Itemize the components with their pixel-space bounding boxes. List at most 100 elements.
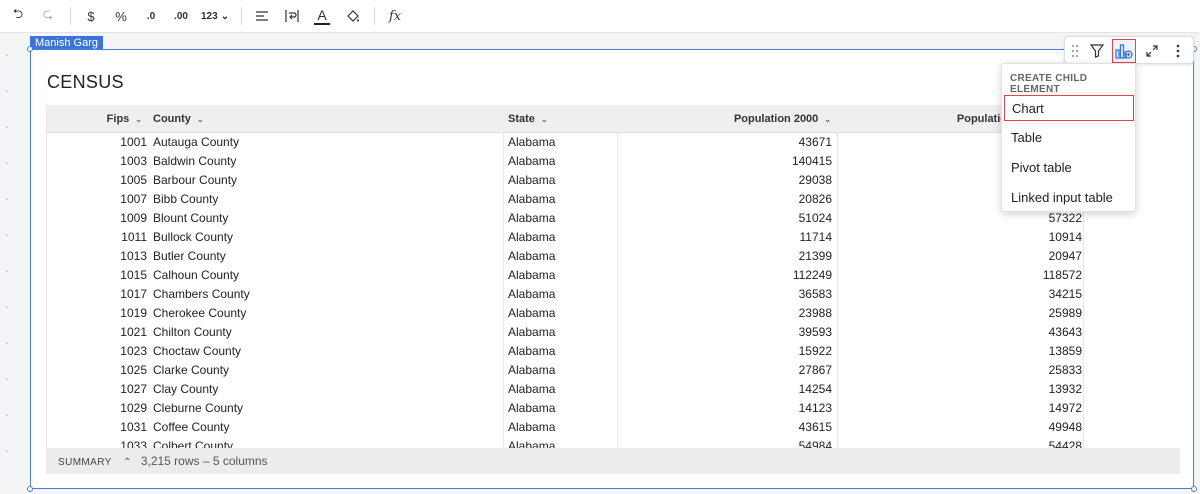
summary-bar[interactable]: SUMMARY ⌃ 3,215 rows – 5 columns xyxy=(46,448,1180,474)
cell-state[interactable]: Alabama xyxy=(508,171,613,190)
cell-population-2000[interactable]: 23988 xyxy=(622,304,832,323)
cell-fips[interactable]: 1003 xyxy=(47,152,147,171)
cell-fips[interactable]: 1033 xyxy=(47,437,147,448)
cell-county[interactable]: Coffee County xyxy=(153,418,493,437)
column-header-population-2010[interactable]: Populatio xyxy=(847,105,1007,133)
cell-fips[interactable]: 1029 xyxy=(47,399,147,418)
drag-handle[interactable] xyxy=(1067,39,1083,63)
resize-handle[interactable] xyxy=(1191,486,1197,492)
cell-population-2000[interactable]: 112249 xyxy=(622,266,832,285)
cell-county[interactable]: Choctaw County xyxy=(153,342,493,361)
table-row[interactable]: 1011 Bullock County Alabama 11714 10914 xyxy=(47,228,1083,247)
cell-population-2010[interactable]: 54428 xyxy=(842,437,1082,448)
cell-population-2000[interactable]: 21399 xyxy=(622,247,832,266)
cell-state[interactable]: Alabama xyxy=(508,133,613,152)
cell-county[interactable]: Bibb County xyxy=(153,190,493,209)
undo-button[interactable]: ⮌ xyxy=(6,4,30,28)
table-row[interactable]: 1009 Blount County Alabama 51024 57322 xyxy=(47,209,1083,228)
table-row[interactable]: 1023 Choctaw County Alabama 15922 13859 xyxy=(47,342,1083,361)
table-row[interactable]: 1033 Colbert County Alabama 54984 54428 xyxy=(47,437,1083,448)
cell-population-2010[interactable]: 49948 xyxy=(842,418,1082,437)
cell-population-2010[interactable]: 20947 xyxy=(842,247,1082,266)
cell-population-2000[interactable]: 36583 xyxy=(622,285,832,304)
cell-population-2000[interactable]: 14123 xyxy=(622,399,832,418)
more-options-button[interactable] xyxy=(1166,39,1190,63)
cell-county[interactable]: Bullock County xyxy=(153,228,493,247)
column-header-county[interactable]: County ⌄ xyxy=(153,105,353,133)
cell-fips[interactable]: 1001 xyxy=(47,133,147,152)
cell-state[interactable]: Alabama xyxy=(508,247,613,266)
decrease-decimals-button[interactable]: .0 xyxy=(139,4,163,28)
table-row[interactable]: 1021 Chilton County Alabama 39593 43643 xyxy=(47,323,1083,342)
cell-fips[interactable]: 1031 xyxy=(47,418,147,437)
cell-county[interactable]: Cherokee County xyxy=(153,304,493,323)
cell-population-2010[interactable]: 10914 xyxy=(842,228,1082,247)
cell-population-2000[interactable]: 54984 xyxy=(622,437,832,448)
element-title[interactable]: CENSUS xyxy=(47,72,124,93)
cell-population-2010[interactable]: 34215 xyxy=(842,285,1082,304)
percent-format-button[interactable]: % xyxy=(109,4,133,28)
cell-county[interactable]: Butler County xyxy=(153,247,493,266)
filter-button[interactable] xyxy=(1085,39,1109,63)
text-color-button[interactable]: A xyxy=(310,4,334,28)
cell-population-2010[interactable]: 14972 xyxy=(842,399,1082,418)
cell-fips[interactable]: 1021 xyxy=(47,323,147,342)
cell-population-2010[interactable]: 25989 xyxy=(842,304,1082,323)
cell-fips[interactable]: 1013 xyxy=(47,247,147,266)
cell-population-2010[interactable]: 43643 xyxy=(842,323,1082,342)
cell-population-2010[interactable]: 13932 xyxy=(842,380,1082,399)
cell-population-2000[interactable]: 51024 xyxy=(622,209,832,228)
increase-decimals-button[interactable]: .00 xyxy=(169,4,193,28)
cell-state[interactable]: Alabama xyxy=(508,285,613,304)
table-row[interactable]: 1001 Autauga County Alabama 43671 xyxy=(47,133,1083,152)
cell-population-2000[interactable]: 14254 xyxy=(622,380,832,399)
cell-county[interactable]: Blount County xyxy=(153,209,493,228)
cell-state[interactable]: Alabama xyxy=(508,228,613,247)
cell-population-2010[interactable]: 13859 xyxy=(842,342,1082,361)
table-row[interactable]: 1017 Chambers County Alabama 36583 34215 xyxy=(47,285,1083,304)
fill-color-button[interactable] xyxy=(340,4,364,28)
cell-county[interactable]: Colbert County xyxy=(153,437,493,448)
redo-button[interactable]: ⮎ xyxy=(36,4,60,28)
cell-county[interactable]: Baldwin County xyxy=(153,152,493,171)
column-header-fips[interactable]: Fips ⌄ xyxy=(47,105,142,133)
cell-population-2010[interactable]: 118572 xyxy=(842,266,1082,285)
cell-fips[interactable]: 1025 xyxy=(47,361,147,380)
cell-county[interactable]: Barbour County xyxy=(153,171,493,190)
table-row[interactable]: 1025 Clarke County Alabama 27867 25833 xyxy=(47,361,1083,380)
cell-population-2000[interactable]: 43671 xyxy=(622,133,832,152)
cell-county[interactable]: Chilton County xyxy=(153,323,493,342)
table-row[interactable]: 1031 Coffee County Alabama 43615 49948 xyxy=(47,418,1083,437)
expand-button[interactable] xyxy=(1140,39,1164,63)
cell-fips[interactable]: 1027 xyxy=(47,380,147,399)
table-row[interactable]: 1019 Cherokee County Alabama 23988 25989 xyxy=(47,304,1083,323)
cell-state[interactable]: Alabama xyxy=(508,418,613,437)
resize-handle[interactable] xyxy=(27,46,33,52)
cell-county[interactable]: Clay County xyxy=(153,380,493,399)
cell-population-2000[interactable]: 15922 xyxy=(622,342,832,361)
table-row[interactable]: 1029 Cleburne County Alabama 14123 14972 xyxy=(47,399,1083,418)
column-header-state[interactable]: State ⌄ xyxy=(508,105,628,133)
create-child-element-button[interactable] xyxy=(1112,39,1136,63)
formula-button[interactable]: fx xyxy=(383,4,407,28)
cell-state[interactable]: Alabama xyxy=(508,399,613,418)
cell-state[interactable]: Alabama xyxy=(508,380,613,399)
resize-handle[interactable] xyxy=(27,486,33,492)
cell-county[interactable]: Chambers County xyxy=(153,285,493,304)
cell-fips[interactable]: 1017 xyxy=(47,285,147,304)
cell-fips[interactable]: 1009 xyxy=(47,209,147,228)
cell-population-2000[interactable]: 11714 xyxy=(622,228,832,247)
cell-fips[interactable]: 1005 xyxy=(47,171,147,190)
cell-population-2000[interactable]: 140415 xyxy=(622,152,832,171)
cell-county[interactable]: Clarke County xyxy=(153,361,493,380)
cell-population-2000[interactable]: 27867 xyxy=(622,361,832,380)
cell-county[interactable]: Autauga County xyxy=(153,133,493,152)
cell-fips[interactable]: 1019 xyxy=(47,304,147,323)
cell-state[interactable]: Alabama xyxy=(508,266,613,285)
table-row[interactable]: 1027 Clay County Alabama 14254 13932 xyxy=(47,380,1083,399)
table-row[interactable]: 1007 Bibb County Alabama 20826 xyxy=(47,190,1083,209)
currency-format-button[interactable]: $ xyxy=(79,4,103,28)
cell-county[interactable]: Calhoun County xyxy=(153,266,493,285)
align-button[interactable] xyxy=(250,4,274,28)
cell-county[interactable]: Cleburne County xyxy=(153,399,493,418)
